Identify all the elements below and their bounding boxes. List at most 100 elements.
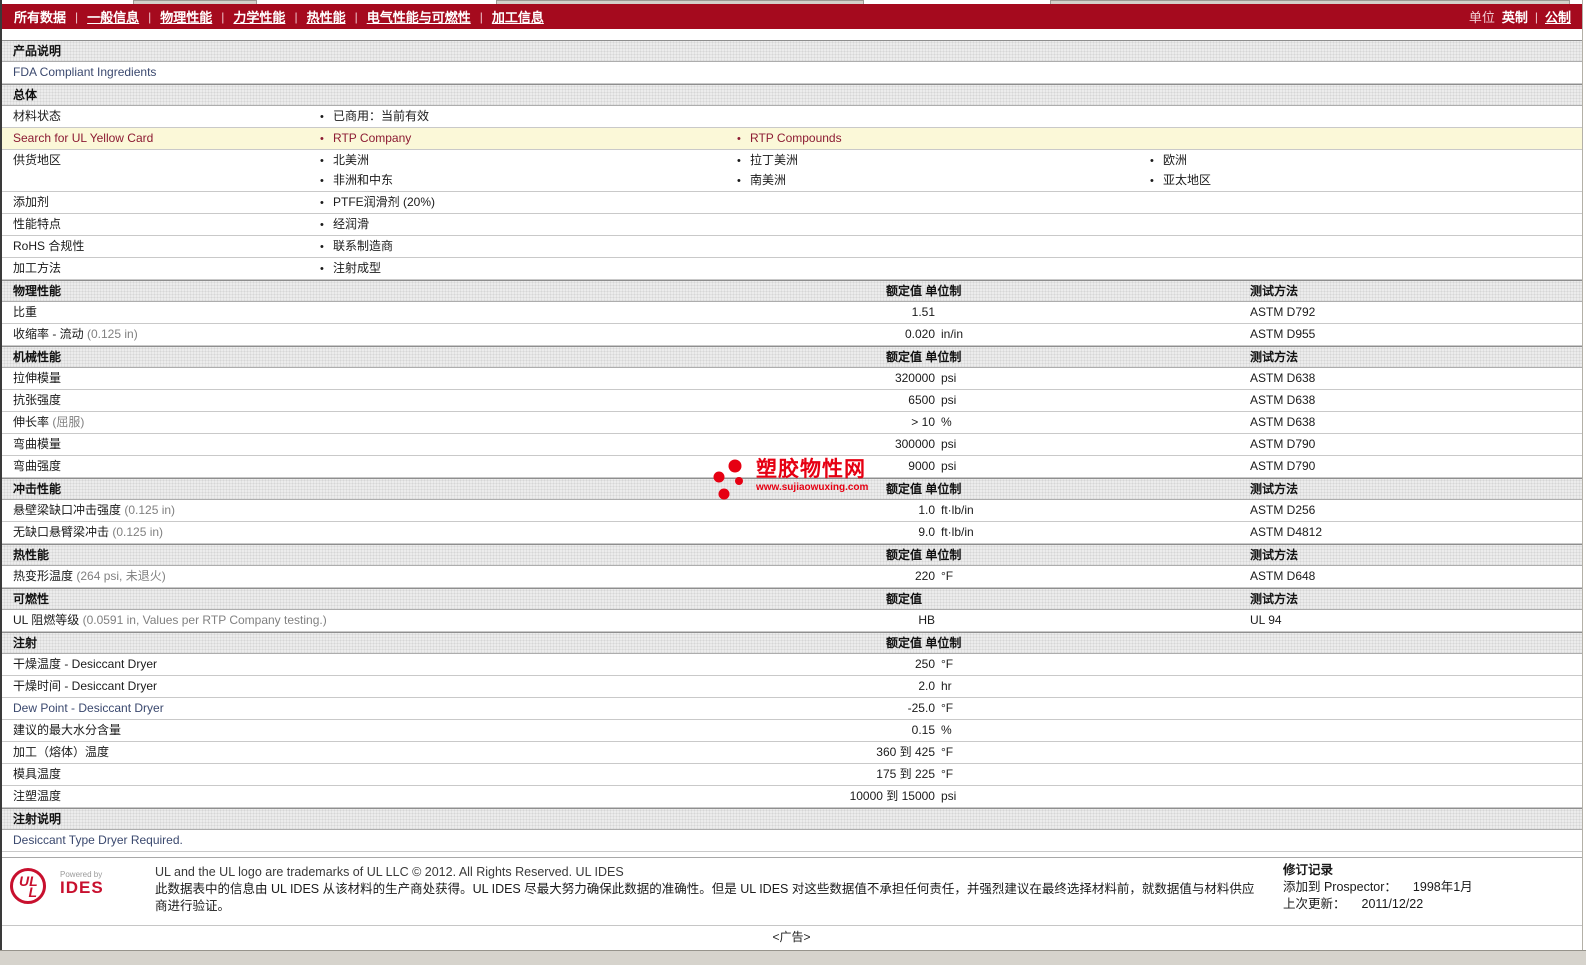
ides-logo-text: IDES [60, 878, 104, 897]
nav-tab-7[interactable]: 加工信息 [492, 7, 544, 26]
property-unit: psi [941, 393, 957, 407]
property-label-text: 注塑温度 [13, 789, 62, 803]
nav-tab-2[interactable]: 一般信息 [87, 7, 139, 26]
bullet-value: 欧洲 [1163, 153, 1188, 167]
test-method: ASTM D792 [1250, 305, 1316, 319]
property-label-text: 伸长率 [13, 415, 50, 429]
property-unit: °F [941, 701, 954, 715]
property-label-text: 热变形温度 [13, 569, 74, 583]
property-label-text: 悬壁梁缺口冲击强度 [13, 503, 122, 517]
bullet-item: • PTFE润滑剂 (20%) [320, 192, 435, 214]
bullet-item: • 北美洲 [320, 150, 369, 172]
note-text: Desiccant Type Dryer Required. [13, 833, 183, 847]
property-value: 0.15 [911, 723, 935, 737]
note-row: Desiccant Type Dryer Required. [0, 830, 1583, 852]
bullet-item[interactable]: • RTP Compounds [737, 128, 842, 150]
bullet-value: 非洲和中东 [333, 173, 394, 187]
property-label-text: 干燥温度 - Desiccant Dryer [13, 657, 158, 671]
unit-metric-toggle[interactable]: 公制 [1545, 7, 1571, 26]
footer: UL L Powered by IDES UL and the UL logo … [0, 857, 1583, 925]
bullet-icon: • [737, 175, 741, 187]
bullet-item: • 欧洲 [1150, 150, 1187, 172]
units-label: 单位 [1468, 10, 1495, 25]
bullet-value: PTFE润滑剂 (20%) [333, 195, 436, 209]
bullet-icon: • [737, 155, 741, 167]
bullet-value[interactable]: RTP Company [333, 131, 411, 145]
field-label: 加工方法 [13, 261, 62, 275]
property-label-text: 弯曲模量 [13, 437, 62, 451]
property-label-text: 模具温度 [13, 767, 62, 781]
field-label: 材料状态 [13, 109, 62, 123]
property-row: 抗张强度 6500 psi ASTM D638 [0, 390, 1583, 412]
section-header: 冲击性能 额定值 单位制 测试方法 [0, 478, 1583, 500]
bullet-value[interactable]: RTP Compounds [750, 131, 842, 145]
field-row: 添加剂 • PTFE润滑剂 (20%) [0, 192, 1583, 214]
test-method: ASTM D638 [1250, 371, 1316, 385]
property-label: 伸长率 (屈服) [13, 412, 84, 433]
nav-tabs: 所有数据 | 一般信息 | 物理性能 | 力学性能 | 热性能 | 电气性能与可燃性 | 加工信息 [12, 7, 553, 26]
powered-by-ides-logo: Powered by IDES [60, 870, 104, 896]
field-row: RoHS 合规性 • 联系制造商 [0, 236, 1583, 258]
property-row: 干燥时间 - Desiccant Dryer 2.0 hr [0, 676, 1583, 698]
bullet-item: • 南美洲 [737, 170, 786, 192]
nav-tab-3[interactable]: 物理性能 [160, 7, 212, 26]
field-label: RoHS 合规性 [13, 239, 85, 253]
revision-record: 修订记录 添加到 Prospector： 1998年1月 上次更新： 2011/12… [1283, 862, 1473, 913]
property-unit: psi [941, 459, 957, 473]
field-row: 性能特点 • 经润滑 [0, 214, 1583, 236]
property-label: 注塑温度 [13, 786, 61, 807]
nav-tab-4[interactable]: 力学性能 [233, 7, 285, 26]
property-row: 比重 1.51 ASTM D792 [0, 302, 1583, 324]
property-label-text: 比重 [13, 305, 38, 319]
nav-separator: | [75, 9, 79, 24]
nav-separator: | [294, 9, 298, 24]
property-value: 9000 [908, 459, 935, 473]
datasheet-table: 产品说明 FDA Compliant Ingredients 总体 材料状态 • 已商用：… [0, 40, 1583, 852]
note-text: FDA Compliant Ingredients [13, 65, 157, 79]
page-left-border [0, 0, 2, 950]
unit-imperial-toggle[interactable]: 英制 [1502, 7, 1528, 26]
ad-placeholder: <广告> [0, 925, 1583, 950]
section-header: 物理性能 额定值 单位制 测试方法 [0, 280, 1583, 302]
revision-added-value: 1998年1月 [1412, 880, 1473, 894]
property-value: 1.51 [911, 305, 935, 319]
bottom-status-bar [0, 950, 1586, 965]
test-method: ASTM D648 [1250, 569, 1316, 583]
bullet-item: • 注射成型 [320, 258, 381, 280]
bullet-icon: • [320, 263, 324, 275]
property-value: 175 到 225 [876, 767, 935, 781]
section-title: 注射 [13, 636, 38, 650]
nav-separator: | [479, 9, 483, 24]
property-label: 建议的最大水分含量 [13, 720, 121, 741]
bullet-value: 亚太地区 [1163, 173, 1212, 187]
nav-tab-1[interactable]: 所有数据 [14, 7, 66, 26]
bullet-value: 联系制造商 [333, 239, 394, 253]
property-label: 拉伸模量 [13, 368, 61, 389]
bullet-icon: • [737, 133, 741, 145]
field-row: 加工方法 • 注射成型 [0, 258, 1583, 280]
property-label: 干燥温度 - Desiccant Dryer [13, 654, 157, 675]
property-value: 10000 到 15000 [849, 789, 935, 803]
test-method: ASTM D4812 [1250, 525, 1323, 539]
bullet-icon: • [320, 175, 324, 187]
nav-tab-6[interactable]: 电气性能与可燃性 [367, 7, 471, 26]
ul-logo-icon: UL L [10, 868, 46, 904]
nav-tab-5[interactable]: 热性能 [307, 7, 346, 26]
bullet-icon: • [1150, 175, 1154, 187]
property-row: 弯曲模量 300000 psi ASTM D790 [0, 434, 1583, 456]
revision-updated-row: 上次更新： 2011/12/22 [1283, 896, 1473, 913]
section-header: 热性能 额定值 单位制 测试方法 [0, 544, 1583, 566]
bullet-value: 注射成型 [333, 261, 382, 275]
revision-added-row: 添加到 Prospector： 1998年1月 [1283, 879, 1473, 896]
property-row: 悬壁梁缺口冲击强度 (0.125 in) 1.0 ft·lb/in ASTM D256 [0, 500, 1583, 522]
property-row: 模具温度 175 到 225 °F [0, 764, 1583, 786]
column-header-value: 额定值 单位制 [886, 548, 962, 562]
field-label: Search for UL Yellow Card [13, 131, 154, 145]
column-header-value: 额定值 [886, 592, 923, 606]
section-title: 机械性能 [13, 350, 62, 364]
bullet-item[interactable]: • RTP Company [320, 128, 411, 150]
column-header-method: 测试方法 [1250, 350, 1299, 364]
property-row: 拉伸模量 320000 psi ASTM D638 [0, 368, 1583, 390]
property-label: 热变形温度 (264 psi, 未退火) [13, 566, 166, 587]
legal-text-zh: 此数据表中的信息由 UL IDES 从该材料的生产商处获得。UL IDES 尽最… [155, 882, 1255, 913]
